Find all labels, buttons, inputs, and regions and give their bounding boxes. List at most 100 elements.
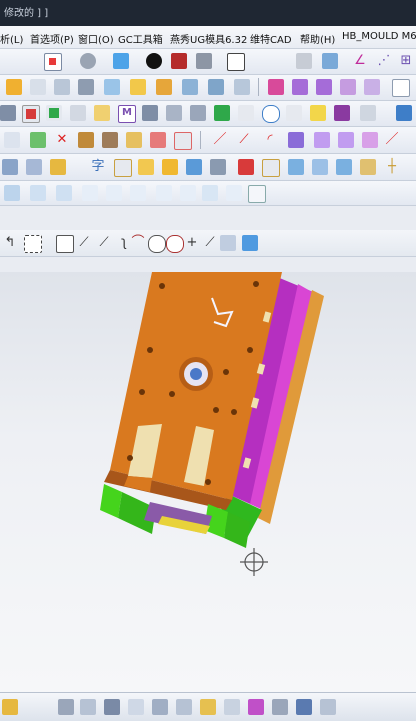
sweep-icon[interactable]	[316, 79, 332, 95]
hole-icon[interactable]	[156, 185, 172, 201]
standard-part-icon[interactable]	[156, 79, 172, 95]
trim-icon[interactable]	[268, 79, 284, 95]
init-project-icon[interactable]	[30, 79, 46, 95]
assembly-icon[interactable]	[322, 53, 338, 69]
mesh-surface-icon[interactable]	[364, 79, 380, 95]
parting-icon[interactable]	[104, 79, 120, 95]
cube-view-icon[interactable]	[113, 53, 129, 69]
cube-solid-icon[interactable]	[162, 159, 178, 175]
slider-icon[interactable]	[208, 79, 224, 95]
line-2-icon[interactable]: ⟋	[236, 132, 252, 148]
subtract-icon[interactable]	[150, 132, 166, 148]
tube-icon[interactable]	[336, 159, 352, 175]
menu-help[interactable]: 帮助(H)	[300, 31, 335, 46]
frame-icon[interactable]	[262, 159, 280, 177]
menu-window[interactable]: 窗口(O)	[78, 31, 114, 46]
join-curve-icon[interactable]	[362, 132, 378, 148]
bottom-tool-11-icon[interactable]	[272, 699, 288, 715]
line-icon[interactable]: ／	[212, 132, 228, 148]
shading-icon[interactable]	[146, 53, 162, 69]
arc-icon[interactable]: ◜	[262, 132, 278, 148]
snap-point-icon[interactable]	[2, 159, 18, 175]
hourglass-icon[interactable]	[310, 105, 326, 121]
bottom-tool-4-icon[interactable]	[104, 699, 120, 715]
color-icon[interactable]	[46, 105, 62, 121]
layer-icon[interactable]	[196, 53, 212, 69]
bottom-tool-12-icon[interactable]	[296, 699, 312, 715]
bottom-tool-1-icon[interactable]	[2, 699, 18, 715]
menu-hb-mould[interactable]: HB_MOULD M6.6	[342, 31, 416, 42]
menu-weite-cad[interactable]: 维特CAD	[250, 31, 292, 46]
cross-icon[interactable]	[114, 159, 132, 177]
snap-curve-on-icon[interactable]: ⟋	[202, 235, 218, 251]
stock-icon[interactable]	[130, 185, 146, 201]
calculator-icon[interactable]	[142, 105, 158, 121]
surface-icon[interactable]	[340, 79, 356, 95]
clock-icon[interactable]	[262, 105, 280, 123]
drawing-icon[interactable]	[22, 105, 40, 123]
mold-wizard-icon[interactable]	[6, 79, 22, 95]
delete-icon[interactable]: ✕	[54, 132, 70, 148]
curve-rule-icon[interactable]: ↰	[2, 235, 18, 251]
move-icon[interactable]	[78, 132, 94, 148]
snap-face-on-icon[interactable]	[220, 235, 236, 251]
edit-part-icon[interactable]	[248, 185, 266, 203]
offset-curve-icon[interactable]	[288, 132, 304, 148]
pocket-icon[interactable]	[106, 185, 122, 201]
list-icon[interactable]	[166, 105, 182, 121]
project-curve-icon[interactable]	[314, 132, 330, 148]
mold-base-icon[interactable]	[130, 79, 146, 95]
more-tools-icon[interactable]	[392, 79, 410, 97]
bridge-curve-icon[interactable]	[338, 132, 354, 148]
line-3-icon[interactable]: ／	[384, 132, 400, 148]
orient-icon[interactable]	[70, 105, 86, 121]
snap-endpoint-icon[interactable]	[56, 235, 74, 253]
box-icon[interactable]	[138, 159, 154, 175]
text-icon[interactable]: 字	[90, 159, 106, 175]
check-icon[interactable]	[30, 132, 46, 148]
shade-cube-icon[interactable]	[238, 159, 254, 175]
copy-icon[interactable]	[102, 132, 118, 148]
unite-icon[interactable]	[174, 132, 192, 150]
bottom-tool-3-icon[interactable]	[80, 699, 96, 715]
arch-icon[interactable]	[202, 185, 218, 201]
pointer-icon[interactable]	[4, 132, 20, 148]
snap-arc-icon[interactable]: ⌒	[130, 235, 146, 251]
triangle-icon[interactable]	[286, 105, 302, 121]
bottom-tool-8-icon[interactable]	[200, 699, 216, 715]
window-icon[interactable]	[288, 159, 304, 175]
plus-icon[interactable]: ┼	[384, 159, 400, 175]
ejector-icon[interactable]	[182, 79, 198, 95]
background-icon[interactable]	[227, 53, 245, 71]
pin-icon[interactable]	[180, 185, 196, 201]
table-icon[interactable]	[190, 105, 206, 121]
graphics-viewport[interactable]	[0, 272, 416, 692]
cooling-icon[interactable]	[30, 185, 46, 201]
sketch-curve-icon[interactable]: ∠	[352, 53, 368, 69]
bottom-tool-7-icon[interactable]	[176, 699, 192, 715]
render-style-icon[interactable]	[80, 53, 96, 69]
workpiece-icon[interactable]	[54, 79, 70, 95]
runner-icon[interactable]	[82, 185, 98, 201]
palette-icon[interactable]	[186, 159, 202, 175]
select-tool-icon[interactable]	[44, 53, 62, 71]
snap-mid-icon[interactable]: ⟋	[76, 235, 92, 251]
bottom-tool-6-icon[interactable]	[152, 699, 168, 715]
bottom-tool-13-icon[interactable]	[320, 699, 336, 715]
macro-icon[interactable]: M	[118, 105, 136, 123]
stretch-icon[interactable]	[312, 159, 328, 175]
bottom-tool-5-icon[interactable]	[128, 699, 144, 715]
gate-icon[interactable]	[56, 185, 72, 201]
snap-bounded-icon[interactable]	[242, 235, 258, 251]
datum-axis-icon[interactable]: ⋰	[376, 53, 392, 69]
snap-face-icon[interactable]	[50, 159, 66, 175]
brush-icon[interactable]	[210, 159, 226, 175]
snap-curve-icon[interactable]	[26, 159, 42, 175]
spring-icon[interactable]	[226, 185, 242, 201]
block-icon[interactable]	[126, 132, 142, 148]
section-icon[interactable]	[171, 53, 187, 69]
angle-icon[interactable]	[238, 105, 254, 121]
part-nav-icon[interactable]	[296, 53, 312, 69]
snap-quadrant-icon[interactable]	[166, 235, 184, 253]
bottom-tool-2-icon[interactable]	[58, 699, 74, 715]
